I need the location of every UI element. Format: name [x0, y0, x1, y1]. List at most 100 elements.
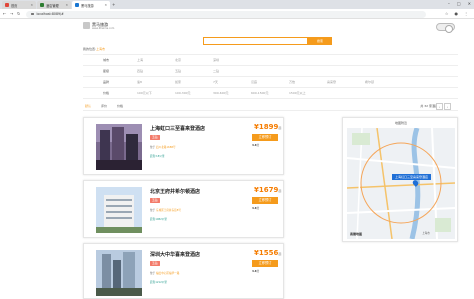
book-button[interactable]: 立即预订: [252, 134, 278, 141]
filter-option[interactable]: 希尔顿: [365, 80, 389, 84]
map-city-label: 上海市: [422, 232, 430, 235]
filter-row-city: 城市 上海 北京 深圳: [83, 55, 458, 66]
next-page-icon[interactable]: ›: [444, 103, 451, 110]
filter-label: 品牌: [103, 80, 110, 84]
menu-icon[interactable]: ⋮: [464, 11, 468, 16]
tab-label: 首页: [11, 3, 18, 8]
tab-label: 酒店管理: [46, 3, 59, 8]
filter-option[interactable]: 喜来登: [327, 80, 351, 84]
filter-option[interactable]: 100元以下: [137, 91, 161, 95]
hotel-score: 4.6分: [252, 207, 260, 210]
theme-toggle[interactable]: [436, 23, 455, 33]
filter-option[interactable]: 北京: [175, 58, 199, 62]
profile-icon[interactable]: ●: [455, 11, 459, 16]
hotel-score: 4.6分: [252, 270, 260, 273]
hotel-address: 位于 福田中心区福华一路: [150, 272, 180, 275]
hotel-star-badge: 五钻: [150, 261, 160, 266]
close-tab-icon[interactable]: ✕: [30, 3, 33, 7]
address-bar: ← → ↻ localhost:8089/# ☆ ● ⋮: [0, 9, 474, 19]
filter-option[interactable]: 300-600元: [213, 91, 237, 95]
sort-price[interactable]: 价格: [117, 104, 123, 108]
search-input[interactable]: [203, 37, 308, 45]
hotel-card[interactable]: 深圳大中华喜来登酒店 五钻 位于 福田中心区福华一路 距您1212公里 ¥155…: [83, 243, 284, 299]
filter-option[interactable]: 深圳: [213, 58, 237, 62]
hotel-address: 位于 四川北路1688号: [150, 146, 176, 149]
map-roads: [347, 128, 455, 239]
filter-option[interactable]: 汉庭: [251, 80, 275, 84]
prev-page-icon[interactable]: ‹: [436, 103, 443, 110]
filter-option[interactable]: 五钻: [175, 69, 199, 73]
browser-tab-travel[interactable]: 黑马旅游 ✕: [72, 1, 110, 9]
location-label: 我的位置:: [83, 47, 97, 51]
filter-option[interactable]: 上海: [137, 58, 161, 62]
close-window-icon[interactable]: ✕: [468, 1, 471, 6]
book-button[interactable]: 立即预订: [252, 260, 278, 267]
sort-rating[interactable]: 评价: [101, 104, 107, 108]
tab-favicon-icon: [75, 3, 79, 7]
map-title: 地图附近: [394, 121, 407, 125]
hotel-distance: 距您1082公里: [150, 218, 167, 221]
tab-favicon-icon: [5, 3, 9, 7]
map-panel: 地图附近 上海虹口三至喜来登酒店 高德地图 上海市: [342, 117, 458, 242]
close-tab-icon[interactable]: ✕: [104, 3, 107, 7]
forward-icon[interactable]: →: [10, 11, 13, 16]
filter-option[interactable]: 二钻: [213, 69, 237, 73]
hotel-distance: 距您3.8公里: [150, 155, 165, 158]
location-value[interactable]: 上海市: [96, 47, 105, 51]
filter-option[interactable]: 速8: [137, 80, 161, 84]
hotel-name[interactable]: 北京王府井希尔顿酒店: [150, 188, 200, 195]
maximize-icon[interactable]: □: [457, 1, 461, 6]
filter-option[interactable]: 四钻: [137, 69, 161, 73]
hotel-card[interactable]: 上海虹口三至喜来登酒店 五钻 位于 四川北路1688号 距您3.8公里 ¥189…: [83, 117, 284, 175]
filter-option[interactable]: 万怡: [289, 80, 313, 84]
window-controls: – □ ✕: [448, 1, 471, 6]
hotel-star-badge: 五钻: [150, 135, 160, 140]
filter-label: 城市: [103, 58, 110, 62]
map-provider-logo: 高德地图: [350, 232, 363, 236]
filter-option[interactable]: 7天: [213, 80, 237, 84]
site-logo[interactable]: [83, 22, 90, 29]
hotel-photo[interactable]: [96, 187, 142, 233]
url-field[interactable]: localhost:8089/#: [26, 10, 426, 18]
sort-bar: 默认 评价 价格 共 32 家酒店 ‹ ›: [83, 102, 458, 111]
site-subtitle: www.itheima.com: [92, 27, 115, 30]
search-button[interactable]: 搜索: [308, 37, 332, 45]
hotel-address: 位于 东城区王府井东街8号: [150, 209, 182, 212]
filter-panel: 城市 上海 北京 深圳 星级 四钻 五钻 二钻 品牌 速8 如家 7天 汉庭 万…: [83, 54, 458, 99]
site-info-icon[interactable]: [31, 12, 34, 16]
bookmark-icon[interactable]: ☆: [445, 11, 449, 16]
hotel-price: ¥1899起: [254, 123, 282, 131]
hotel-distance: 距您1212公里: [150, 281, 167, 284]
browser-tab-hotel-admin[interactable]: 酒店管理 ✕: [37, 1, 71, 9]
hotel-photo[interactable]: [96, 124, 142, 170]
minimize-icon[interactable]: –: [448, 1, 450, 6]
filter-option[interactable]: 1500元以上: [289, 91, 313, 95]
filter-row-star: 星级 四钻 五钻 二钻: [83, 66, 458, 77]
filter-option[interactable]: 600-1500元: [251, 91, 275, 95]
filter-option[interactable]: 如家: [175, 80, 199, 84]
hotel-card[interactable]: 北京王府井希尔顿酒店 五钻 位于 东城区王府井东街8号 距您1082公里 ¥16…: [83, 180, 284, 238]
filter-label: 价格: [103, 91, 110, 95]
book-button[interactable]: 立即预订: [252, 197, 278, 204]
hotel-price: ¥1679起: [254, 186, 282, 194]
back-icon[interactable]: ←: [3, 11, 6, 16]
tab-label: 黑马旅游: [81, 3, 94, 8]
new-tab-icon[interactable]: +: [112, 2, 115, 7]
sort-default[interactable]: 默认: [85, 104, 91, 108]
browser-tab-home[interactable]: 首页 ✕: [2, 1, 36, 9]
url-text: localhost:8089/#: [36, 12, 64, 16]
reload-icon[interactable]: ↻: [17, 11, 20, 16]
filter-row-price: 价格 100元以下 100-300元 300-600元 600-1500元 15…: [83, 88, 458, 99]
hotel-name[interactable]: 上海虹口三至喜来登酒店: [150, 125, 205, 132]
hotel-score: 4.6分: [252, 144, 260, 147]
tab-favicon-icon: [40, 3, 44, 7]
filter-option[interactable]: 100-300元: [175, 91, 199, 95]
hotel-photo[interactable]: [96, 250, 142, 296]
hotel-name[interactable]: 深圳大中华喜来登酒店: [150, 251, 200, 258]
filter-label: 星级: [103, 69, 110, 73]
hotel-star-badge: 五钻: [150, 198, 160, 203]
filter-row-brand: 品牌 速8 如家 7天 汉庭 万怡 喜来登 希尔顿: [83, 77, 458, 88]
map-hotel-label[interactable]: 上海虹口三至喜来登酒店: [392, 174, 432, 180]
map-view[interactable]: 上海虹口三至喜来登酒店 高德地图 上海市: [347, 128, 455, 239]
close-tab-icon[interactable]: ✕: [65, 3, 68, 7]
